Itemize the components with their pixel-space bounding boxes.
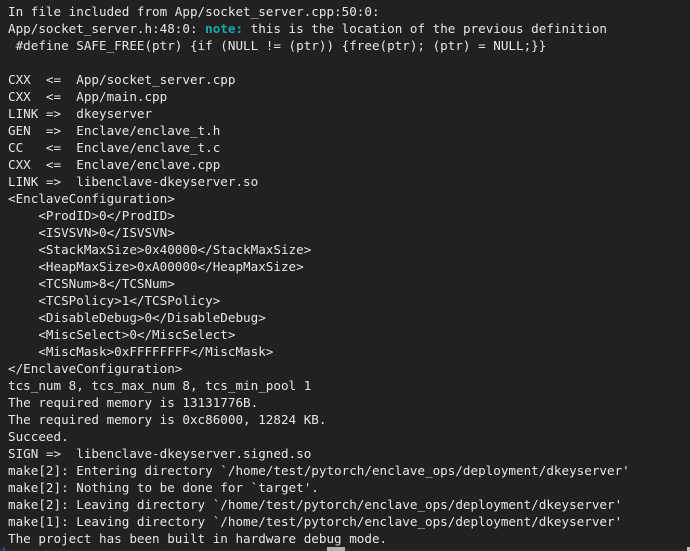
terminal-line: In file included from App/socket_server.…	[8, 4, 380, 19]
terminal-line: GEN => Enclave/enclave_t.h	[8, 123, 221, 138]
terminal-line: The project has been built in hardware d…	[8, 531, 388, 546]
terminal-line: CC <= Enclave/enclave_t.c	[8, 140, 221, 155]
terminal-line: make[2]: Nothing to be done for `target'…	[8, 480, 319, 495]
terminal-line: SIGN => libenclave-dkeyserver.signed.so	[8, 446, 312, 461]
terminal-line: <HeapMaxSize>0xA00000</HeapMaxSize>	[8, 259, 304, 274]
terminal-line: <MiscMask>0xFFFFFFFF</MiscMask>	[8, 344, 274, 359]
terminal-line: CXX <= App/main.cpp	[8, 89, 168, 104]
terminal-line: LINK => dkeyserver	[8, 106, 153, 121]
terminal-line: The required memory is 13131776B.	[8, 395, 259, 410]
terminal-window[interactable]: In file included from App/socket_server.…	[0, 0, 690, 551]
terminal-line: CXX <= Enclave/enclave.cpp	[8, 157, 221, 172]
terminal-line: <EnclaveConfiguration>	[8, 191, 175, 206]
terminal-line: <StackMaxSize>0x40000</StackMaxSize>	[8, 242, 312, 257]
terminal-line: make[1]: Leaving directory `/home/test/p…	[8, 514, 623, 529]
horizontal-scrollbar-thumb[interactable]	[327, 547, 345, 551]
terminal-line: <ISVSVN>0</ISVSVN>	[8, 225, 175, 240]
terminal-line: LINK => libenclave-dkeyserver.so	[8, 174, 259, 189]
terminal-output: In file included from App/socket_server.…	[0, 0, 690, 547]
terminal-line: </EnclaveConfiguration>	[8, 361, 183, 376]
terminal-line: <DisableDebug>0</DisableDebug>	[8, 310, 266, 325]
terminal-line: CXX <= App/socket_server.cpp	[8, 72, 236, 87]
terminal-line: <MiscSelect>0</MiscSelect>	[8, 327, 236, 342]
terminal-line: make[2]: Leaving directory `/home/test/p…	[8, 497, 623, 512]
line-text-prefix: App/socket_server.h:48:0:	[8, 21, 206, 36]
terminal-line: <ProdID>0</ProdID>	[8, 208, 175, 223]
terminal-line: tcs_num 8, tcs_max_num 8, tcs_min_pool 1	[8, 378, 312, 393]
terminal-line: Succeed.	[8, 429, 69, 444]
terminal-line: App/socket_server.h:48:0: note: this is …	[8, 20, 690, 37]
terminal-line: The required memory is 0xc86000, 12824 K…	[8, 412, 327, 427]
terminal-line: <TCSNum>8</TCSNum>	[8, 276, 175, 291]
note-keyword: note:	[205, 21, 244, 36]
terminal-line: #define SAFE_FREE(ptr) {if (NULL != (ptr…	[8, 38, 547, 53]
terminal-line: make[2]: Entering directory `/home/test/…	[8, 463, 630, 478]
line-text-suffix: this is the location of the previous def…	[243, 21, 608, 36]
terminal-line: <TCSPolicy>1</TCSPolicy>	[8, 293, 221, 308]
